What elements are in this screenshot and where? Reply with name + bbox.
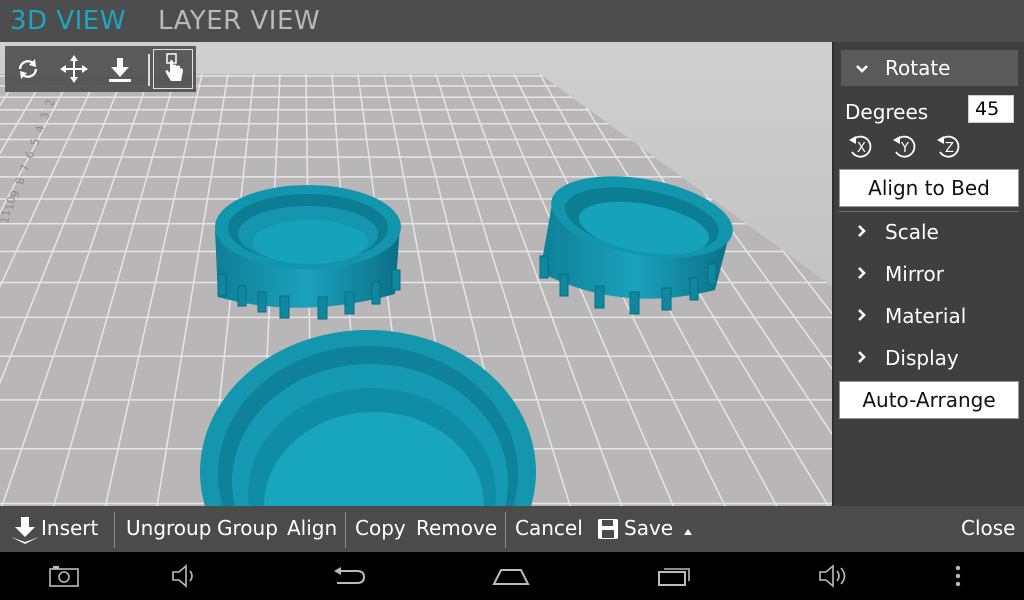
ruler-label: 11: [0, 208, 13, 224]
section-mirror-label: Mirror: [885, 262, 944, 286]
align-button[interactable]: Align: [287, 516, 337, 540]
print-bed-scene: 1234567891011: [0, 74, 832, 506]
rotate-y-icon: Y: [893, 135, 916, 158]
toolbar-divider: [148, 54, 150, 86]
chevron-down-icon: [849, 59, 875, 78]
section-material-label: Material: [885, 304, 967, 328]
camera-icon: [49, 566, 79, 587]
rotate-section-header[interactable]: Rotate: [841, 50, 1018, 86]
system-navigation-bar: [0, 552, 1024, 600]
move-icon: [60, 55, 88, 83]
remove-button[interactable]: Remove: [416, 516, 497, 540]
chevron-right-icon: [849, 265, 875, 284]
bottom-action-bar: Insert Ungroup Group Align Copy Remove C…: [0, 506, 1024, 552]
save-floppy-icon: [598, 519, 618, 539]
rotate-tool-button[interactable]: [8, 49, 48, 89]
select-tool-button[interactable]: [153, 49, 193, 89]
move-tool-button[interactable]: [54, 49, 94, 89]
touch-select-icon: [165, 53, 183, 81]
home-button[interactable]: [491, 562, 531, 590]
lay-flat-tool-button[interactable]: [100, 49, 140, 89]
recent-apps-button[interactable]: [654, 562, 694, 590]
rotate-x-icon: X: [849, 135, 872, 158]
align-to-bed-button[interactable]: Align to Bed: [839, 169, 1019, 207]
degrees-input[interactable]: [968, 95, 1014, 123]
section-material[interactable]: Material: [841, 298, 1018, 334]
axis-z-label: Z: [945, 141, 954, 156]
more-vertical-icon: [955, 565, 961, 587]
volume-down-icon: [172, 564, 193, 588]
rotate-section-label: Rotate: [885, 56, 951, 80]
section-mirror[interactable]: Mirror: [841, 256, 1018, 292]
tab-layer-view[interactable]: LAYER VIEW: [158, 6, 320, 36]
volume-up-button[interactable]: [815, 562, 855, 590]
axis-y-label: Y: [900, 141, 909, 156]
section-display[interactable]: Display: [841, 340, 1018, 376]
recent-apps-icon: [658, 568, 690, 586]
save-button[interactable]: Save: [624, 516, 673, 540]
back-arrow-icon: [334, 567, 366, 584]
insert-icon: [11, 517, 39, 544]
section-display-label: Display: [885, 346, 959, 370]
cancel-button[interactable]: Cancel: [515, 516, 583, 540]
close-button[interactable]: Close: [961, 516, 1015, 540]
rotate-y-button[interactable]: Y: [890, 132, 920, 162]
volume-up-icon: [819, 564, 846, 588]
ruler-label: 10: [3, 195, 18, 211]
screenshot-button[interactable]: [44, 562, 84, 590]
rotate-icon: [18, 59, 38, 79]
home-icon: [492, 569, 530, 585]
rotate-z-icon: Z: [937, 135, 960, 158]
bottom-divider: [114, 512, 115, 548]
bottom-divider: [345, 512, 346, 548]
chevron-right-icon: [849, 223, 875, 242]
overflow-menu-button[interactable]: [938, 562, 978, 590]
volume-down-button[interactable]: [166, 562, 206, 590]
back-button[interactable]: [329, 562, 369, 590]
group-button[interactable]: Group: [217, 516, 278, 540]
transform-toolbar: [5, 46, 196, 92]
rotate-x-button[interactable]: X: [846, 132, 876, 162]
chevron-right-icon: [849, 307, 875, 326]
section-scale-label: Scale: [885, 220, 939, 244]
bottom-divider: [505, 512, 506, 548]
top-tab-bar: 3D VIEW LAYER VIEW: [0, 0, 1024, 42]
ungroup-button[interactable]: Ungroup: [126, 516, 211, 540]
panel-divider: [839, 211, 1019, 212]
rotate-z-button[interactable]: Z: [934, 132, 964, 162]
section-scale[interactable]: Scale: [841, 214, 1018, 250]
3d-viewport[interactable]: 1234567891011: [0, 42, 832, 506]
model-cap-left[interactable]: [215, 185, 401, 320]
properties-panel: Rotate Degrees X Y Z Align to Bed Scale …: [832, 42, 1024, 506]
degrees-label: Degrees: [845, 100, 929, 124]
chevron-right-icon: [849, 349, 875, 368]
lay-flat-icon: [109, 58, 131, 82]
insert-button[interactable]: Insert: [41, 516, 98, 540]
caret-up-icon[interactable]: [683, 528, 693, 536]
copy-button[interactable]: Copy: [355, 516, 406, 540]
auto-arrange-button[interactable]: Auto-Arrange: [839, 381, 1019, 419]
tab-3d-view[interactable]: 3D VIEW: [10, 6, 126, 36]
axis-x-label: X: [857, 141, 866, 156]
